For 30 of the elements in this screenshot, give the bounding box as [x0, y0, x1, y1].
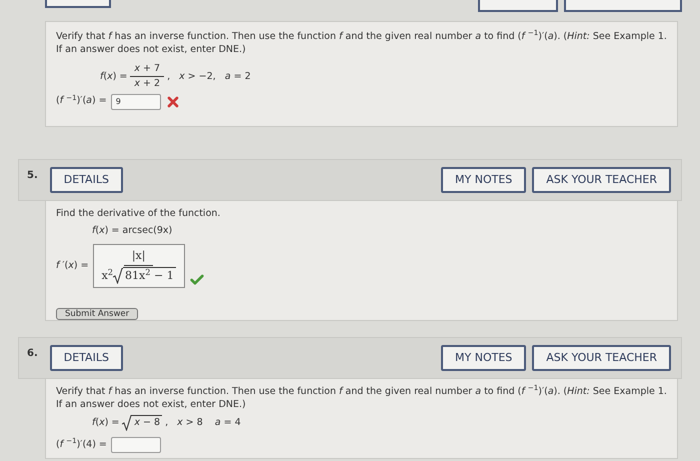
- radical-sign-icon: [113, 268, 124, 284]
- function-label: f(x) =: [100, 70, 128, 84]
- question-prompt: Find the derivative of the function.: [56, 207, 222, 220]
- function-condition: , x > −2, a = 2: [167, 70, 251, 84]
- function-condition: , x > 8 a = 4: [165, 416, 241, 430]
- header-button[interactable]: ASK YOUR TEACHER: [532, 167, 671, 193]
- header-button[interactable]: MY NOTES: [441, 167, 526, 193]
- answer-label: (f $^{−1}$)′(4) =: [56, 438, 107, 452]
- submit-answer-button[interactable]: Submit Answer: [56, 308, 138, 320]
- button-edge[interactable]: [564, 0, 682, 12]
- answer-box[interactable]: |x| x$^{2}$ 81x$^{2}$ − 1: [92, 244, 185, 288]
- header-button[interactable]: ASK YOUR TEACHER: [532, 345, 671, 371]
- header-button[interactable]: DETAILS: [50, 345, 123, 371]
- question-prompt: Verify that f has an inverse function. Then use the function f and the given real number a to find (f $^{−1}$)′(a). (Hint: See Example 1. If an answer does not exist, enter DNE.): [56, 385, 667, 411]
- answer-field[interactable]: 9: [110, 94, 161, 110]
- button-edge[interactable]: [478, 0, 558, 12]
- radical-sign-icon: [122, 415, 132, 431]
- fraction: x + 7 x + 2: [130, 62, 164, 92]
- header-button[interactable]: DETAILS: [50, 167, 123, 193]
- square-root: x − 8: [122, 415, 162, 431]
- button-edge[interactable]: [45, 0, 111, 8]
- question-prompt: Verify that f has an inverse function. Then use the function f and the given real number a to find (f $^{−1}$)′(a). (Hint: See Example 1. If an answer does not exist, enter DNE.): [56, 30, 667, 56]
- question-number: 5.: [27, 169, 38, 183]
- answer-field[interactable]: [110, 437, 161, 453]
- answer-label: (f $^{−1}$)′(a) =: [56, 94, 107, 108]
- question-number: 6.: [27, 347, 38, 361]
- header-button[interactable]: MY NOTES: [441, 345, 526, 371]
- function-label: f(x) =: [92, 416, 120, 430]
- answer-label: f ′(x) =: [56, 259, 89, 274]
- function-label: f(x) = arcsec(9x): [92, 224, 174, 238]
